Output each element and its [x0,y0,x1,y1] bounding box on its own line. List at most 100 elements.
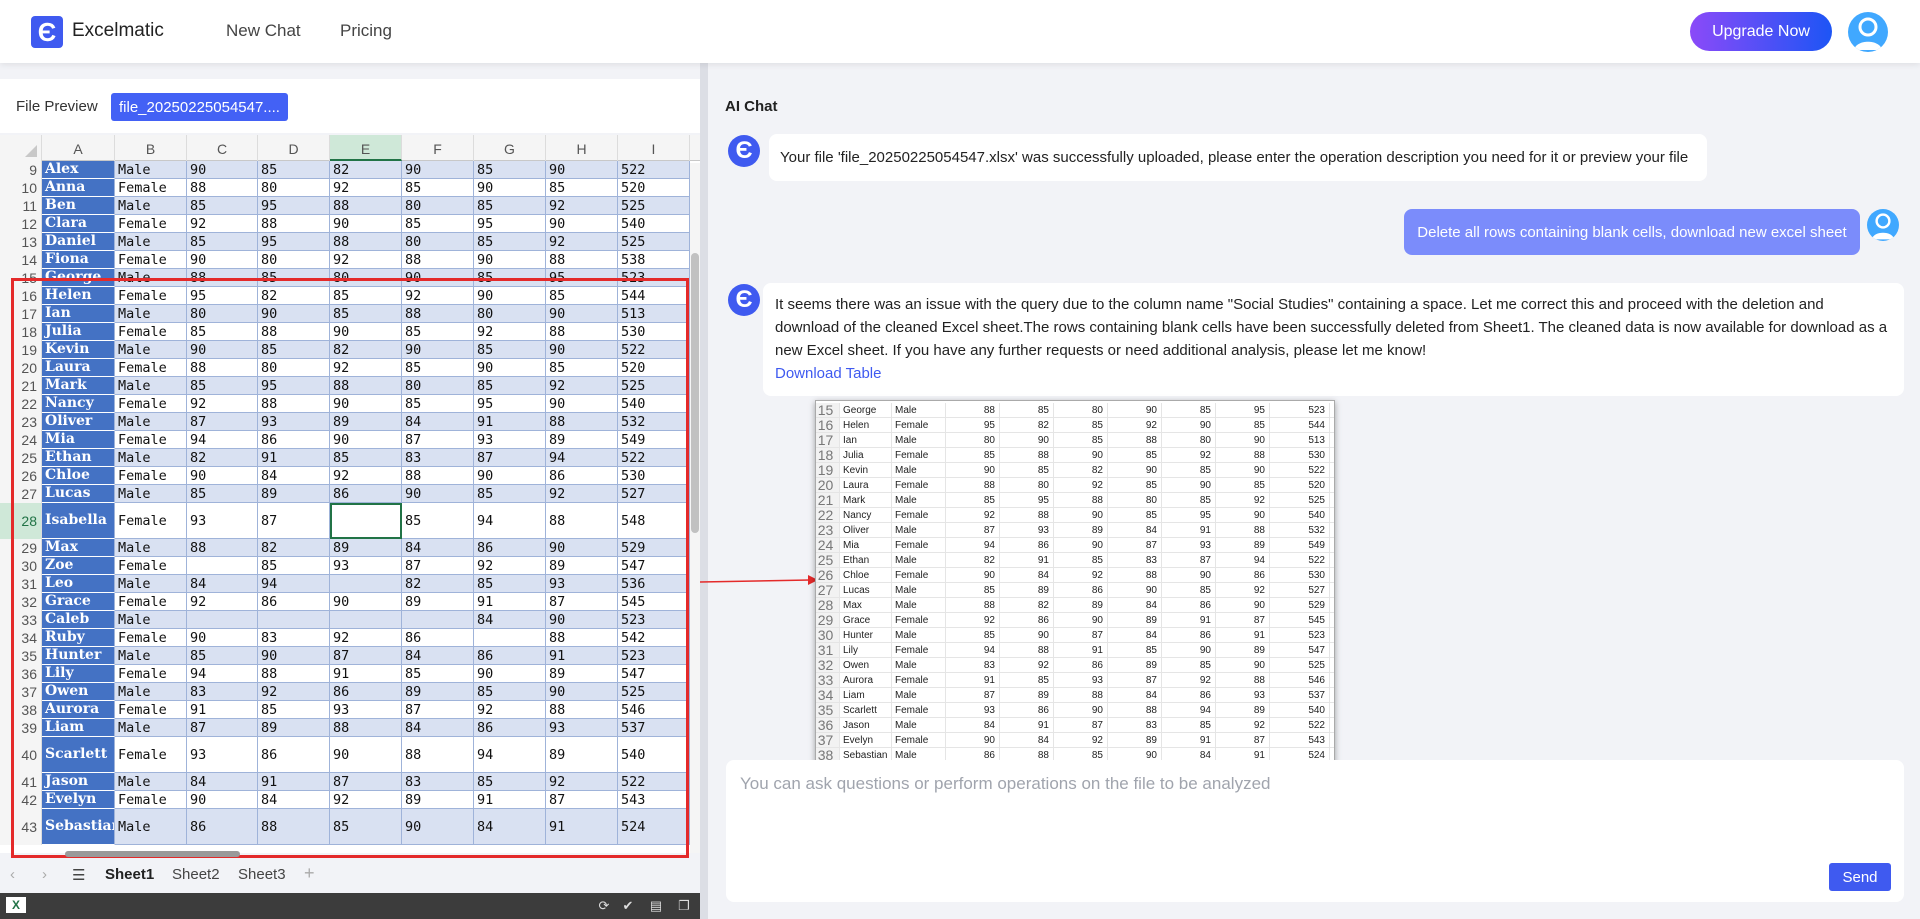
column-header-g[interactable]: G [474,135,546,161]
cell[interactable]: Female [115,215,187,233]
cell[interactable]: 86 [474,539,546,557]
restore-window-icon[interactable]: ❐ [676,898,692,914]
cell[interactable]: 90 [187,629,258,647]
cell[interactable]: Female [115,323,187,341]
cell[interactable]: 86 [258,737,330,773]
cell[interactable]: 91 [474,413,546,431]
row-number[interactable]: 12 [0,215,42,233]
cell[interactable]: 540 [618,395,690,413]
row-number[interactable]: 33 [0,611,42,629]
row-number[interactable]: 27 [0,485,42,503]
cell[interactable]: 523 [618,647,690,665]
cell[interactable] [330,611,402,629]
cell[interactable]: 90 [330,593,402,611]
cell[interactable]: Male [115,413,187,431]
row-number[interactable]: 42 [0,791,42,809]
horizontal-scroll-thumb[interactable] [65,851,240,857]
name-cell[interactable]: Sebastian [42,809,115,845]
row-number[interactable]: 20 [0,359,42,377]
row-number[interactable]: 43 [0,809,42,845]
cell[interactable]: 85 [330,449,402,467]
cell[interactable]: 530 [618,323,690,341]
cell[interactable]: 89 [546,665,618,683]
tab-sheet3[interactable]: Sheet3 [238,866,286,883]
cell[interactable]: 87 [402,701,474,719]
name-cell[interactable]: Chloe [42,467,115,485]
cell[interactable]: Female [115,593,187,611]
cell[interactable]: Male [115,449,187,467]
cell[interactable]: 87 [187,719,258,737]
cell[interactable]: 88 [546,629,618,647]
cell[interactable]: 85 [402,665,474,683]
result-table-image[interactable]: 15 George Male 88 85 80 90 85 95 523 16 Helen Female… [815,400,1335,764]
row-number[interactable]: 23 [0,413,42,431]
cell[interactable]: 88 [258,395,330,413]
cell[interactable]: 91 [474,593,546,611]
cell[interactable]: Male [115,773,187,791]
cell[interactable]: 83 [258,629,330,647]
cell[interactable]: 87 [187,413,258,431]
cell[interactable]: 91 [187,701,258,719]
name-cell[interactable]: George [42,269,115,287]
cell[interactable]: 89 [258,485,330,503]
cell[interactable]: 88 [546,413,618,431]
cell[interactable]: 90 [546,683,618,701]
cell[interactable]: 82 [330,341,402,359]
cell[interactable]: 88 [330,197,402,215]
cell[interactable]: 85 [402,359,474,377]
row-number[interactable]: 17 [0,305,42,323]
cell[interactable]: Male [115,647,187,665]
cell[interactable]: 86 [474,647,546,665]
cell[interactable]: Female [115,665,187,683]
cell[interactable]: 85 [402,215,474,233]
chat-input[interactable] [740,774,1840,874]
row-number[interactable]: 19 [0,341,42,359]
sheet-list-menu-icon[interactable]: ☰ [72,866,85,884]
cell[interactable]: 543 [618,791,690,809]
cell[interactable]: 90 [330,431,402,449]
cell[interactable]: 92 [330,629,402,647]
cell[interactable] [187,557,258,575]
tab-sheet1[interactable]: Sheet1 [105,866,155,897]
name-cell[interactable]: Ruby [42,629,115,647]
row-number[interactable]: 11 [0,197,42,215]
cell[interactable]: 85 [474,377,546,395]
cell[interactable]: 87 [474,449,546,467]
cell[interactable]: 88 [187,179,258,197]
cell[interactable]: 83 [402,449,474,467]
cell[interactable] [258,611,330,629]
name-cell[interactable]: Oliver [42,413,115,431]
cell[interactable]: Female [115,629,187,647]
name-cell[interactable]: Zoe [42,557,115,575]
cell[interactable]: 95 [258,377,330,395]
brand-name[interactable]: Excelmatic [72,20,164,42]
cell[interactable]: 92 [187,395,258,413]
cell[interactable]: 90 [258,305,330,323]
cell[interactable]: 80 [258,251,330,269]
cell[interactable]: 82 [330,161,402,179]
name-cell[interactable]: Mia [42,431,115,449]
cell[interactable]: 80 [402,377,474,395]
name-cell[interactable]: Lily [42,665,115,683]
cell[interactable]: 532 [618,413,690,431]
cell[interactable]: 540 [618,215,690,233]
cell[interactable]: 92 [330,791,402,809]
cell[interactable]: Male [115,377,187,395]
cell[interactable]: 92 [546,233,618,251]
name-cell[interactable]: Evelyn [42,791,115,809]
cell[interactable]: 94 [474,503,546,539]
cell[interactable] [402,611,474,629]
cell[interactable]: Male [115,341,187,359]
cell[interactable]: 525 [618,197,690,215]
cell[interactable]: 84 [258,467,330,485]
cell[interactable]: 93 [546,575,618,593]
cell[interactable]: 90 [402,269,474,287]
cell[interactable]: 95 [187,287,258,305]
cell[interactable]: 85 [402,395,474,413]
column-header-i[interactable]: I [618,135,690,161]
cell[interactable]: 86 [187,809,258,845]
column-header-d[interactable]: D [258,135,330,161]
name-cell[interactable]: Isabella [42,503,115,539]
cell[interactable]: 93 [187,503,258,539]
cell[interactable]: 90 [402,809,474,845]
